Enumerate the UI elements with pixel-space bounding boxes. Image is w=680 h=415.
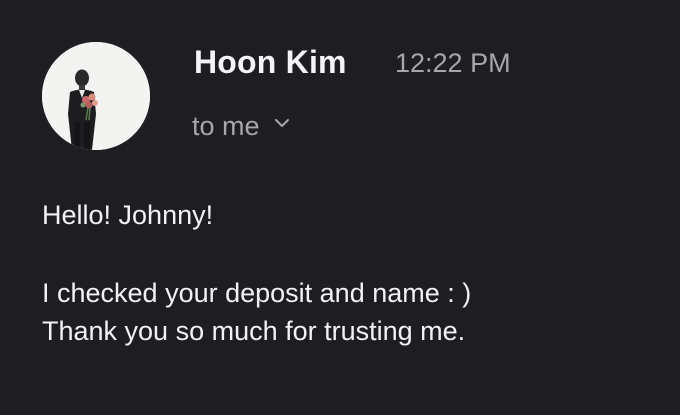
email-body: Hello! Johnny! I checked your deposit an… [42, 196, 652, 350]
sender-avatar[interactable] [42, 42, 150, 150]
email-header: Hoon Kim 12:22 PM to me [40, 40, 640, 150]
recipient-label: to me [192, 110, 260, 141]
sender-name: Hoon Kim [194, 44, 347, 80]
recipient-details-toggle[interactable]: to me [192, 106, 290, 146]
chevron-down-icon [274, 115, 290, 133]
avatar-photo [42, 42, 150, 150]
body-line: Thank you so much for trusting me. [42, 316, 466, 346]
sent-time: 12:22 PM [395, 48, 511, 78]
body-line: I checked your deposit and name : ) [42, 278, 472, 308]
greeting-text: Hello! Johnny! [42, 200, 214, 230]
